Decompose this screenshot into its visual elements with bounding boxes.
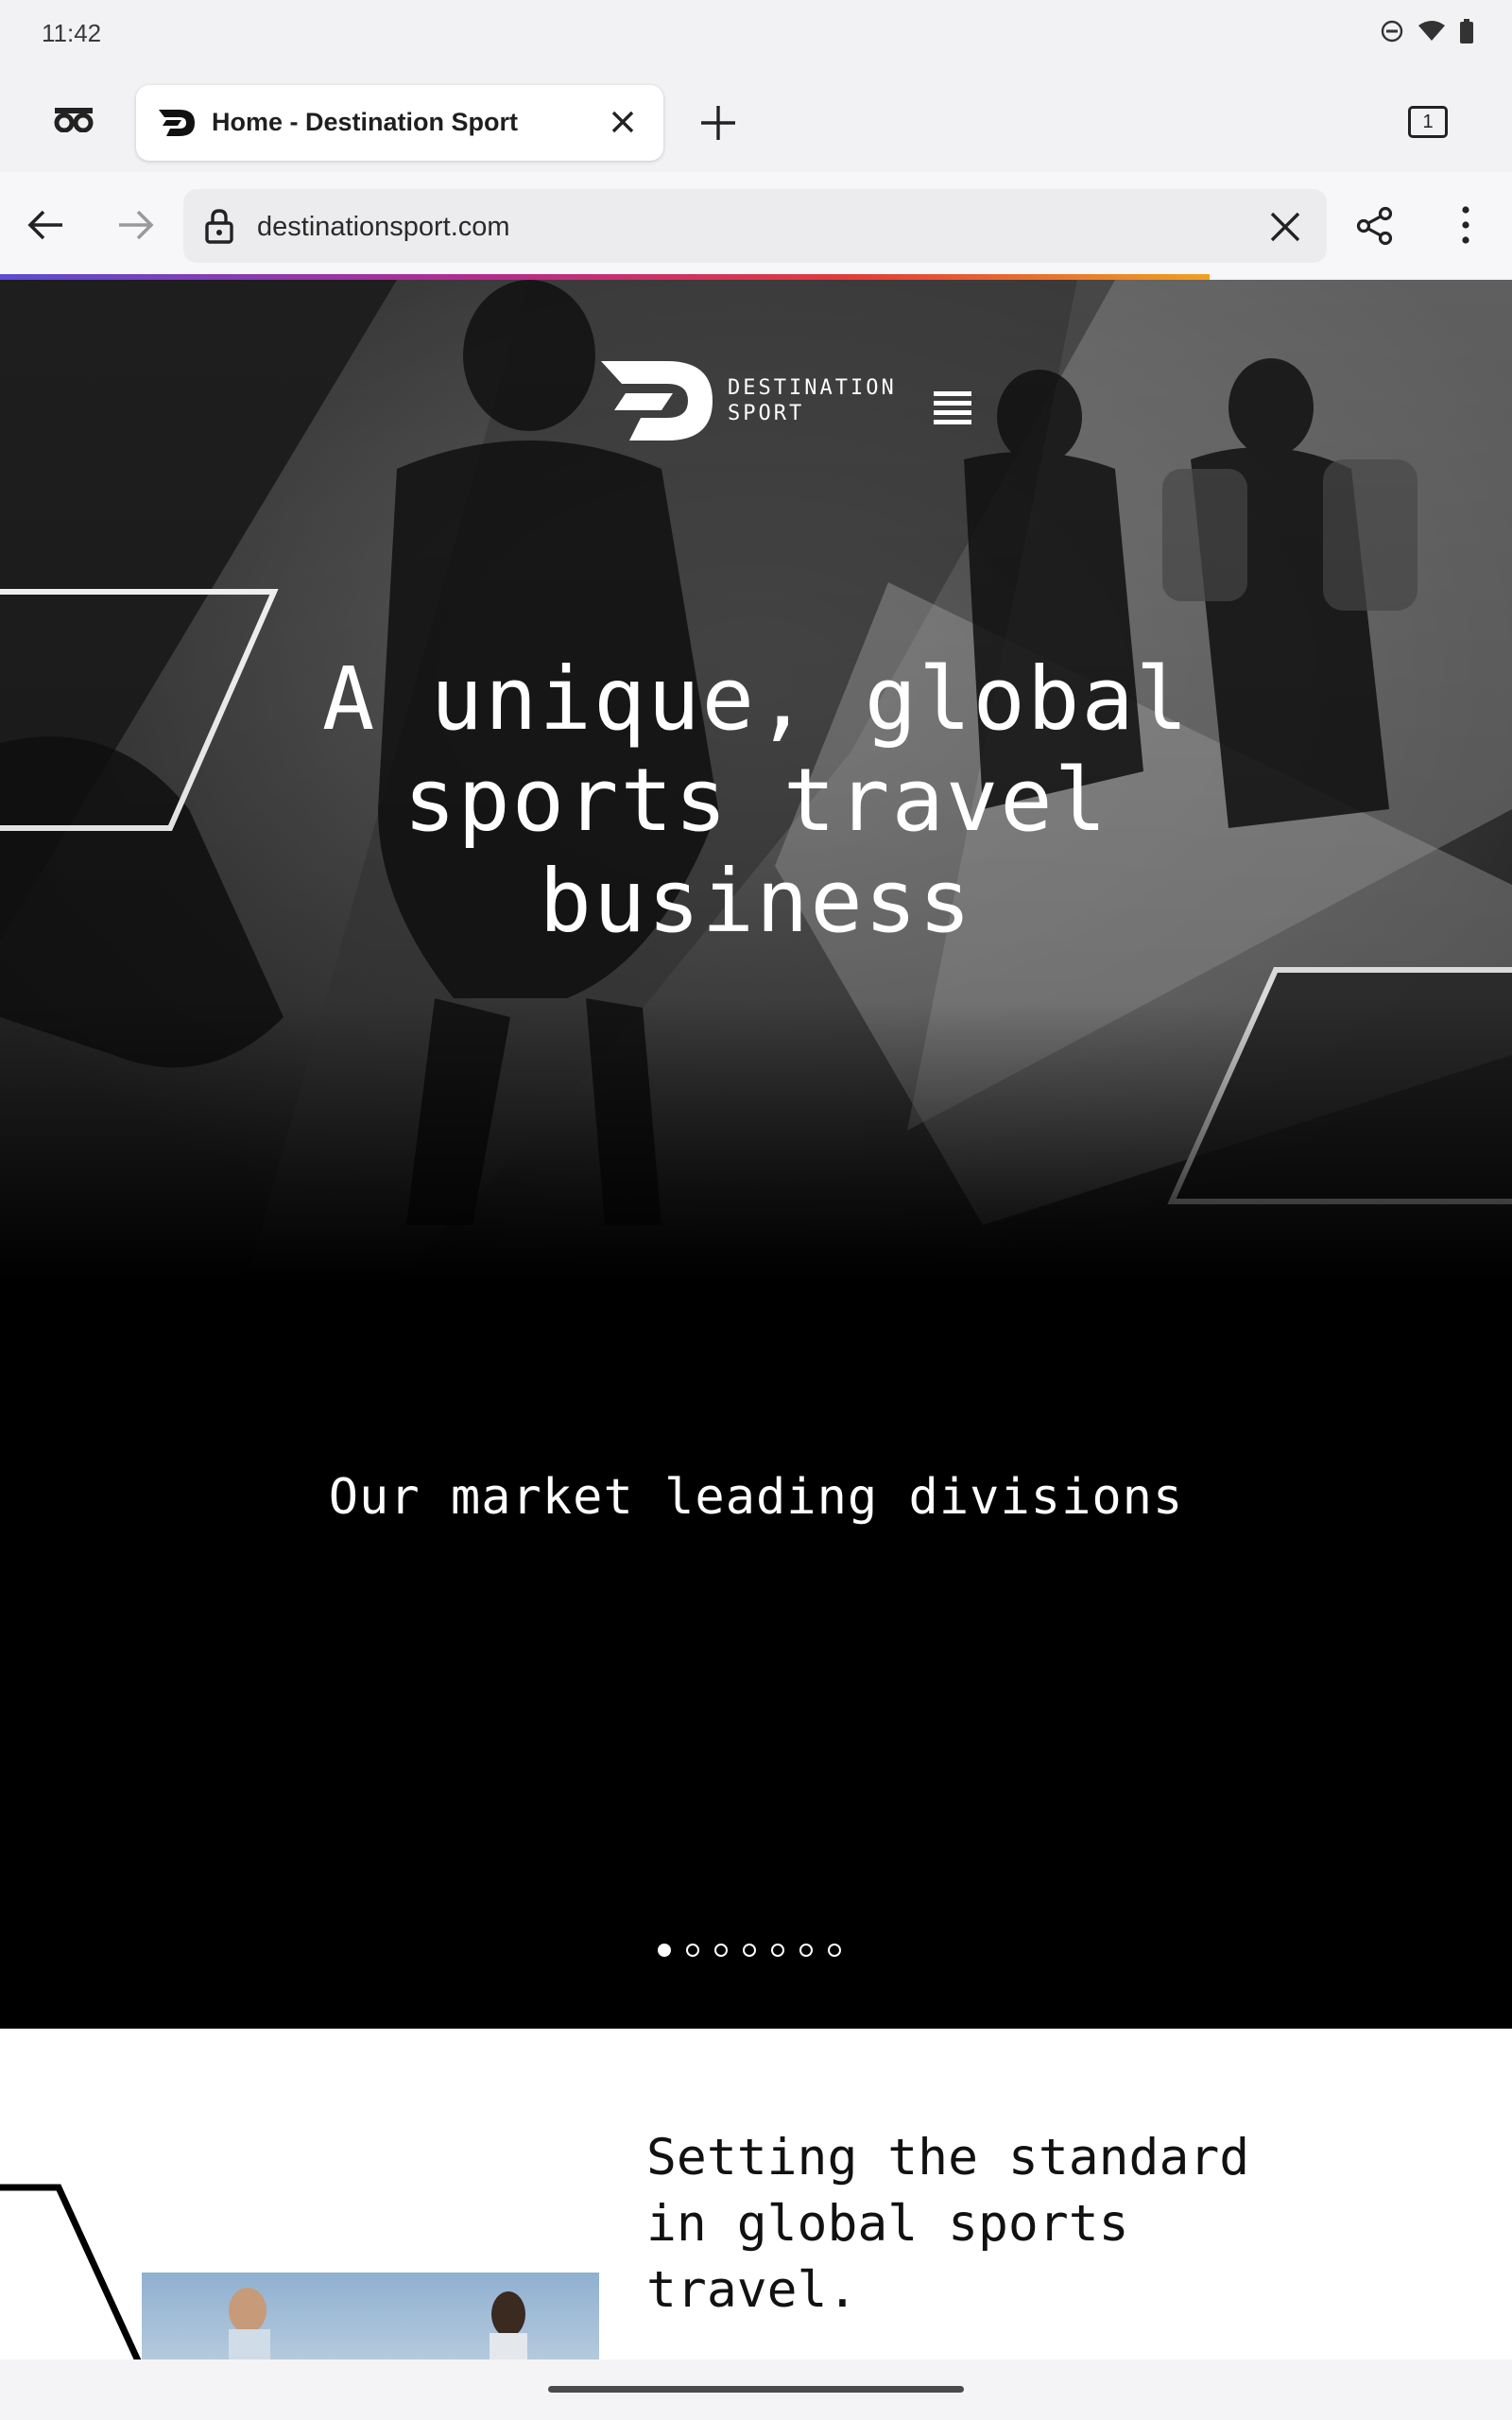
intro-section: Setting the standard in global sports tr…: [0, 2029, 1512, 2360]
carousel-dot[interactable]: [743, 1944, 756, 1957]
divisions-heading: Our market leading divisions: [328, 1469, 1184, 1526]
clear-url-icon[interactable]: [1268, 210, 1302, 244]
status-icons: [1380, 19, 1474, 43]
home-gesture-handle[interactable]: [548, 2386, 964, 2393]
incognito-icon[interactable]: [53, 104, 94, 132]
forward-arrow-icon[interactable]: [115, 204, 157, 246]
more-menu-icon[interactable]: [1459, 204, 1472, 246]
carousel-dot[interactable]: [771, 1944, 784, 1957]
status-time: 11:42: [42, 19, 102, 47]
new-tab-icon[interactable]: [697, 102, 739, 144]
carousel-dot[interactable]: [686, 1944, 699, 1957]
url-text[interactable]: destinationsport.com: [257, 212, 510, 243]
carousel-dot[interactable]: [799, 1944, 813, 1957]
headline-line-1: A unique, global: [321, 648, 1191, 750]
intro-line-2: in global sports: [646, 2195, 1129, 2253]
intro-line-1: Setting the standard: [646, 2129, 1250, 2187]
active-tab[interactable]: Home - Destination Sport: [136, 85, 663, 161]
hero-headline: A unique, global sports travel business: [284, 648, 1228, 952]
carousel-pagination: [658, 1944, 841, 1957]
back-arrow-icon[interactable]: [25, 204, 66, 246]
headline-line-2: sports travel: [403, 750, 1109, 851]
site-favicon: [159, 110, 195, 136]
battery-icon: [1460, 19, 1473, 43]
tab-switcher-icon[interactable]: 1: [1408, 106, 1448, 138]
carousel-dot[interactable]: [714, 1944, 728, 1957]
destination-sport-logo[interactable]: DESTINATION SPORT: [601, 361, 897, 441]
hero-section: DESTINATION SPORT A unique, global sport…: [0, 280, 1512, 2029]
carousel-dot[interactable]: [658, 1944, 671, 1957]
toolbar: destinationsport.com: [0, 172, 1512, 278]
brand-line-2: SPORT: [728, 402, 805, 425]
tab-title: Home - Destination Sport: [212, 108, 519, 136]
brand-wordmark: DESTINATION SPORT: [728, 375, 897, 426]
carousel-dot[interactable]: [828, 1944, 841, 1957]
wifi-icon: [1418, 21, 1445, 41]
brand-line-1: DESTINATION: [728, 376, 897, 400]
tab-strip: Home - Destination Sport 1: [0, 68, 1512, 172]
intro-photo: [142, 2273, 599, 2360]
intro-line-3: travel.: [646, 2261, 858, 2319]
intro-heading: Setting the standard in global sports tr…: [646, 2125, 1402, 2324]
hamburger-menu-icon[interactable]: [934, 391, 971, 429]
url-field[interactable]: destinationsport.com: [183, 189, 1327, 263]
brand-mark-icon: [601, 361, 713, 441]
status-bar: 11:42: [0, 0, 1512, 68]
share-icon[interactable]: [1355, 206, 1395, 246]
lock-icon[interactable]: [204, 208, 234, 244]
gesture-nav-bar: [0, 2360, 1512, 2420]
headline-line-3: business: [539, 851, 973, 952]
close-tab-icon[interactable]: [607, 106, 639, 138]
do-not-disturb-icon: [1381, 20, 1403, 43]
